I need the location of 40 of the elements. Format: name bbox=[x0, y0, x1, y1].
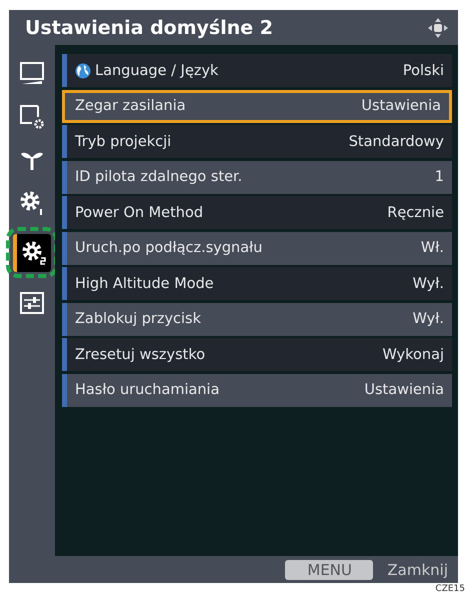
gear-icon bbox=[20, 239, 48, 267]
sliders-icon bbox=[18, 289, 46, 317]
setting-label: Uruch.po podłącz.sygnału bbox=[75, 240, 262, 256]
setting-label: High Altitude Mode bbox=[75, 276, 214, 292]
setting-value: Ustawienia bbox=[361, 98, 441, 114]
setting-row[interactable]: Uruch.po podłącz.sygnału Wł. bbox=[62, 232, 452, 264]
close-label: Zamknij bbox=[387, 560, 448, 578]
setting-label: Power On Method bbox=[75, 204, 204, 220]
setting-row[interactable]: Power On Method Ręcznie bbox=[62, 196, 452, 229]
setting-label: Language / Język bbox=[95, 62, 218, 78]
setting-label: Zablokuj przycisk bbox=[75, 311, 202, 327]
setting-row[interactable]: Zegar zasilania Ustawienia bbox=[62, 90, 452, 122]
setting-value: Wył. bbox=[412, 276, 444, 292]
setting-value: Wył. bbox=[412, 311, 444, 327]
setting-row[interactable]: Tryb projekcji Standardowy bbox=[62, 125, 452, 158]
monitor-gear-icon bbox=[18, 103, 46, 131]
setting-row[interactable]: Zablokuj przycisk Wył. bbox=[62, 302, 452, 336]
setting-label: Tryb projekcji bbox=[75, 134, 172, 150]
menu-button[interactable]: MENU bbox=[285, 560, 374, 580]
setting-value: Wykonaj bbox=[382, 346, 444, 362]
setting-label: ID pilota zdalnego ster. bbox=[75, 169, 242, 185]
setting-row[interactable]: Hasło uruchamiania Ustawienia bbox=[62, 374, 452, 406]
navigation-pad-icon bbox=[428, 18, 448, 38]
setting-value: Polski bbox=[402, 62, 444, 78]
setting-row[interactable]: Zresetuj wszystko Wykonaj bbox=[62, 338, 452, 371]
setting-value: Wł. bbox=[420, 240, 444, 256]
sidebar-item[interactable] bbox=[13, 234, 51, 272]
setting-row[interactable]: ID pilota zdalnego ster. 1 bbox=[62, 160, 452, 194]
setting-value: Standardowy bbox=[348, 134, 444, 150]
setting-label: Zresetuj wszystko bbox=[75, 346, 206, 362]
setting-value: Ręcznie bbox=[387, 204, 444, 220]
setting-value: 1 bbox=[434, 169, 444, 185]
setting-row[interactable]: High Altitude Mode Wył. bbox=[62, 267, 452, 300]
setting-label: Hasło uruchamiania bbox=[75, 382, 220, 398]
window-title: Ustawienia domyślne 2 bbox=[25, 16, 273, 38]
setting-row[interactable]: Language / Język Polski bbox=[62, 54, 452, 87]
setting-label: Zegar zasilania bbox=[75, 98, 186, 114]
figure-code: CZE15 bbox=[435, 584, 465, 594]
globe-icon bbox=[75, 62, 91, 78]
setting-value: Ustawienia bbox=[364, 382, 444, 398]
